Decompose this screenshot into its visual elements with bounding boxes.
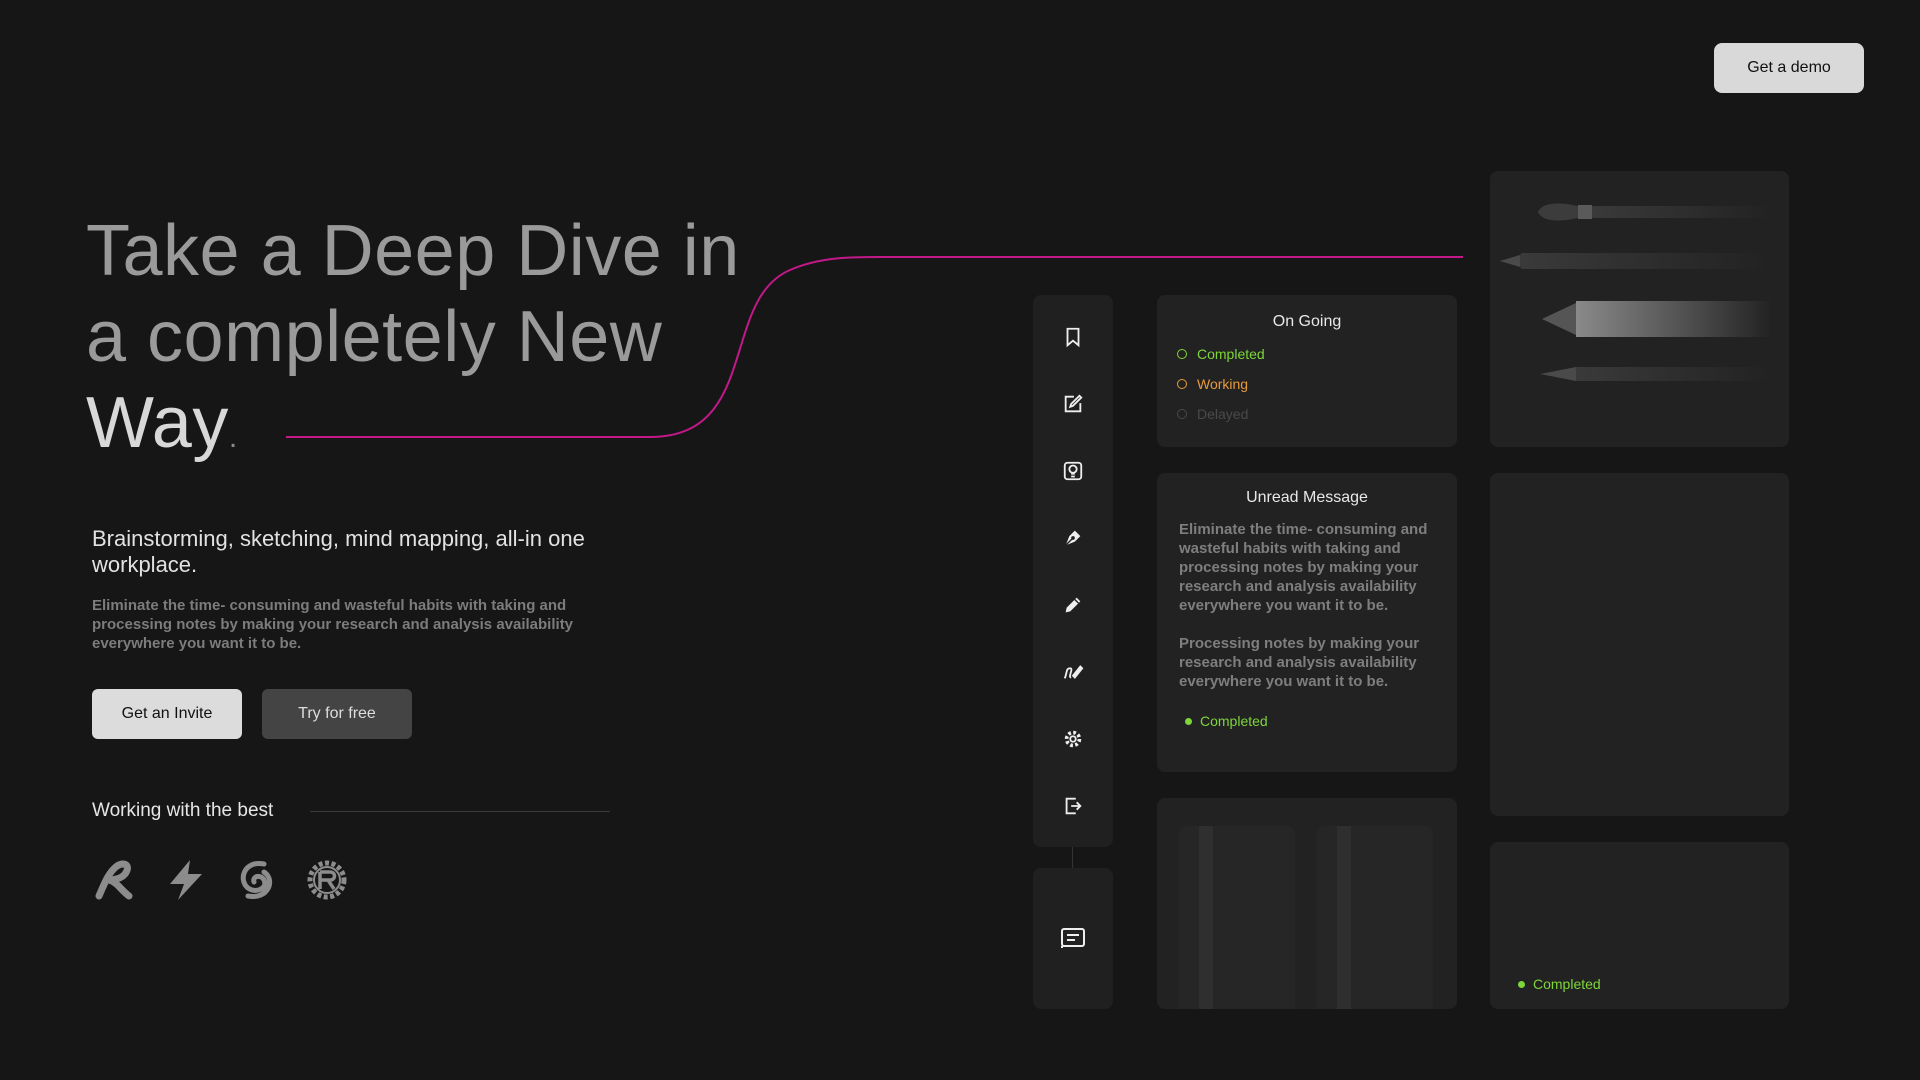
- status-card-status: Completed: [1518, 976, 1601, 992]
- status-dot: [1185, 717, 1192, 725]
- spiral-logo: [240, 861, 272, 899]
- status-label: Delayed: [1197, 406, 1249, 422]
- hero-description: Eliminate the time- consuming and wastef…: [92, 597, 574, 652]
- unread-status-label: Completed: [1200, 713, 1268, 729]
- logout-icon[interactable]: [1053, 786, 1093, 826]
- pen-nib-icon[interactable]: [1053, 518, 1093, 558]
- sidebar-connector: [1072, 847, 1073, 868]
- bolt-logo: [170, 860, 202, 900]
- get-invite-button[interactable]: Get an Invite: [92, 689, 242, 739]
- status-item-working[interactable]: Working: [1177, 369, 1457, 399]
- status-card: Completed: [1490, 842, 1789, 1009]
- hero-title-line-1: Take a Deep Dive in: [86, 211, 740, 291]
- tools-card: [1490, 171, 1789, 447]
- gear-icon[interactable]: [1053, 719, 1093, 759]
- get-demo-button[interactable]: Get a demo: [1714, 43, 1864, 93]
- preview-card: [1157, 798, 1457, 1009]
- bookmark-icon[interactable]: [1053, 317, 1093, 357]
- fountain-pen-tool[interactable]: [1490, 354, 1780, 394]
- message-paragraph-1: Eliminate the time- consuming and wastef…: [1179, 521, 1428, 614]
- status-ring: [1177, 409, 1187, 419]
- pencil-icon[interactable]: [1053, 585, 1093, 625]
- edit-icon[interactable]: [1053, 384, 1093, 424]
- canvas-card: [1490, 473, 1789, 816]
- message-panel: [1033, 868, 1113, 1009]
- hero-title-dot: .: [228, 421, 238, 454]
- hero-title: Take a Deep Dive in a completely New Way…: [86, 208, 786, 466]
- partners-heading: Working with the best: [92, 800, 274, 821]
- tool-sidebar: [1033, 295, 1113, 847]
- status-card-label: Completed: [1533, 976, 1601, 992]
- divider: [310, 811, 610, 812]
- ongoing-card: On Going Completed Working Delayed: [1157, 295, 1457, 447]
- hero-title-line-3: Way.: [86, 380, 786, 466]
- status-label: Working: [1197, 376, 1249, 392]
- try-free-button[interactable]: Try for free: [262, 689, 412, 739]
- unread-message-card: Unread Message Eliminate the time- consu…: [1157, 473, 1457, 772]
- preview-strip: [1317, 826, 1433, 1009]
- status-ring: [1177, 349, 1187, 359]
- rust-logo: [307, 860, 347, 900]
- brush-tool[interactable]: [1490, 192, 1780, 232]
- hero-title-line-2: a completely New: [86, 297, 663, 377]
- hero-title-way: Way: [86, 383, 229, 463]
- r-swirl-logo: [95, 860, 133, 900]
- status-item-delayed[interactable]: Delayed: [1177, 399, 1457, 429]
- ongoing-title: On Going: [1272, 313, 1342, 330]
- preview-strip: [1179, 826, 1295, 1009]
- status-label: Completed: [1197, 346, 1265, 362]
- hero-subtitle: Brainstorming, sketching, mind mapping, …: [92, 526, 585, 577]
- marker-tool[interactable]: [1490, 295, 1780, 343]
- status-item-completed[interactable]: Completed: [1177, 339, 1457, 369]
- unread-status: Completed: [1185, 713, 1457, 729]
- lightbulb-icon[interactable]: [1053, 451, 1093, 491]
- status-dot: [1518, 980, 1525, 988]
- unread-title: Unread Message: [1246, 489, 1368, 506]
- message-icon[interactable]: [1053, 918, 1093, 958]
- signature-icon[interactable]: [1053, 652, 1093, 692]
- fineliner-tool[interactable]: [1490, 241, 1780, 281]
- status-ring: [1177, 379, 1187, 389]
- ongoing-list: Completed Working Delayed: [1157, 331, 1457, 429]
- message-paragraph-2: Processing notes by making your research…: [1179, 635, 1420, 690]
